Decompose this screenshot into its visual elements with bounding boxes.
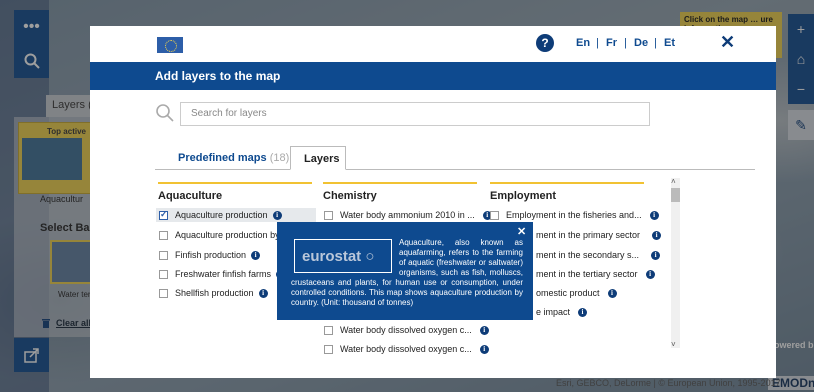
column-heading-employment: Employment bbox=[490, 190, 557, 202]
layer-label: Aquaculture production bbox=[175, 210, 268, 220]
column-divider bbox=[490, 182, 644, 184]
info-icon[interactable]: i bbox=[479, 325, 489, 335]
info-icon[interactable]: i bbox=[251, 250, 261, 260]
add-layers-modal: ? En | Fr | De | Et ✕ Add layers to the … bbox=[90, 26, 776, 378]
tabs-divider bbox=[155, 169, 755, 170]
tooltip-close-icon[interactable]: ✕ bbox=[517, 225, 526, 238]
column-divider bbox=[158, 182, 312, 184]
info-icon[interactable]: i bbox=[578, 307, 588, 317]
help-icon[interactable]: ? bbox=[536, 34, 554, 52]
layer-checkbox[interactable] bbox=[159, 230, 168, 240]
search-icon bbox=[156, 104, 174, 122]
layer-label: Aquaculture production by s bbox=[175, 230, 287, 240]
info-icon[interactable]: i bbox=[607, 288, 617, 298]
info-icon[interactable]: i bbox=[258, 288, 268, 298]
layer-label: Finfish production bbox=[175, 250, 247, 260]
layer-item-finfish-production[interactable]: Finfish production i bbox=[159, 248, 261, 262]
layer-checkbox[interactable] bbox=[490, 210, 499, 220]
layer-item-freshwater-finfish[interactable]: Freshwater finfish farmsi bbox=[159, 267, 286, 281]
layer-item-employment-secondary[interactable]: ment in the secondary s... i bbox=[536, 248, 661, 262]
tab-predefined-maps[interactable]: Predefined maps (18) bbox=[178, 152, 289, 164]
layer-item-aquaculture-production[interactable]: Aquaculture production i bbox=[156, 208, 316, 222]
info-icon[interactable]: i bbox=[479, 344, 489, 354]
lang-separator: | bbox=[654, 37, 657, 49]
layer-item-employment-tertiary[interactable]: ment in the tertiary sector i bbox=[536, 267, 655, 281]
layer-label: Water body dissolved oxygen c... bbox=[340, 325, 472, 335]
info-icon[interactable]: i bbox=[652, 230, 662, 240]
eu-flag-icon bbox=[156, 36, 184, 54]
info-icon[interactable]: i bbox=[645, 269, 655, 279]
layer-label: ment in the secondary s... bbox=[536, 250, 640, 260]
layer-checkbox[interactable] bbox=[159, 288, 168, 298]
tab-predefined-label: Predefined maps bbox=[178, 152, 267, 164]
column-divider bbox=[323, 182, 477, 184]
scroll-down-icon[interactable]: ˅ bbox=[671, 340, 676, 349]
modal-title: Add layers to the map bbox=[90, 62, 776, 90]
layer-label: Water body ammonium 2010 in ... bbox=[340, 210, 475, 220]
info-icon[interactable]: i bbox=[272, 210, 282, 220]
layer-item-impact[interactable]: e impact i bbox=[536, 305, 588, 319]
scrollbar-thumb[interactable] bbox=[671, 188, 680, 202]
column-heading-chemistry: Chemistry bbox=[323, 190, 377, 202]
layer-checkbox[interactable] bbox=[159, 209, 168, 220]
layer-label: Employment in the fisheries and... bbox=[506, 210, 642, 220]
layer-checkbox[interactable] bbox=[324, 344, 333, 354]
layer-label: Water body dissolved oxygen c... bbox=[340, 344, 472, 354]
column-heading-aquaculture: Aquaculture bbox=[158, 190, 223, 202]
layer-item-ammonium[interactable]: Water body ammonium 2010 in ... i bbox=[324, 208, 492, 222]
layer-item-dissolved-oxygen[interactable]: Water body dissolved oxygen c... i bbox=[324, 342, 489, 356]
lang-de[interactable]: De bbox=[634, 37, 648, 49]
scroll-up-icon[interactable]: ˄ bbox=[671, 177, 676, 186]
layer-label: Shellfish production bbox=[175, 288, 254, 298]
close-icon[interactable]: ✕ bbox=[720, 32, 735, 53]
layer-item-dissolved-oxygen[interactable]: Water body dissolved oxygen c... i bbox=[324, 323, 489, 337]
layer-label: Freshwater finfish farms bbox=[175, 269, 272, 279]
layer-item-shellfish-production[interactable]: Shellfish production i bbox=[159, 286, 268, 300]
tab-layers[interactable]: Layers bbox=[290, 146, 346, 170]
info-icon[interactable]: i bbox=[651, 250, 661, 260]
tooltip-text: Aquaculture, also known as aquafarming, … bbox=[291, 238, 523, 308]
layer-item-employment-primary[interactable]: ment in the primary sector i bbox=[536, 228, 662, 242]
layer-checkbox[interactable] bbox=[159, 250, 168, 260]
layer-label: ment in the tertiary sector bbox=[536, 269, 638, 279]
tab-predefined-count: (18) bbox=[269, 152, 290, 164]
layer-label: ment in the primary sector bbox=[536, 230, 641, 240]
lang-separator: | bbox=[624, 37, 627, 49]
lang-fr[interactable]: Fr bbox=[606, 37, 617, 49]
modal-topbar: ? En | Fr | De | Et ✕ bbox=[90, 26, 776, 62]
layer-label: omestic product bbox=[536, 288, 600, 298]
layers-scrollbar[interactable] bbox=[671, 178, 680, 348]
layer-item-domestic-product[interactable]: omestic product i bbox=[536, 286, 617, 300]
layer-search-input[interactable]: Search for layers bbox=[180, 102, 650, 126]
layer-checkbox[interactable] bbox=[324, 210, 333, 220]
lang-et[interactable]: Et bbox=[664, 37, 675, 49]
lang-separator: | bbox=[596, 37, 599, 49]
layer-label: e impact bbox=[536, 307, 571, 317]
lang-en[interactable]: En bbox=[576, 37, 590, 49]
layer-checkbox[interactable] bbox=[159, 269, 168, 279]
info-icon[interactable]: i bbox=[649, 210, 659, 220]
layer-checkbox[interactable] bbox=[324, 325, 333, 335]
layer-info-tooltip: eurostat ○ ✕ Aquaculture, also known as … bbox=[277, 222, 533, 320]
layer-item-employment-fisheries[interactable]: Employment in the fisheries and... i bbox=[490, 208, 659, 222]
layer-item-aquaculture-by-species[interactable]: Aquaculture production by s bbox=[159, 228, 287, 242]
